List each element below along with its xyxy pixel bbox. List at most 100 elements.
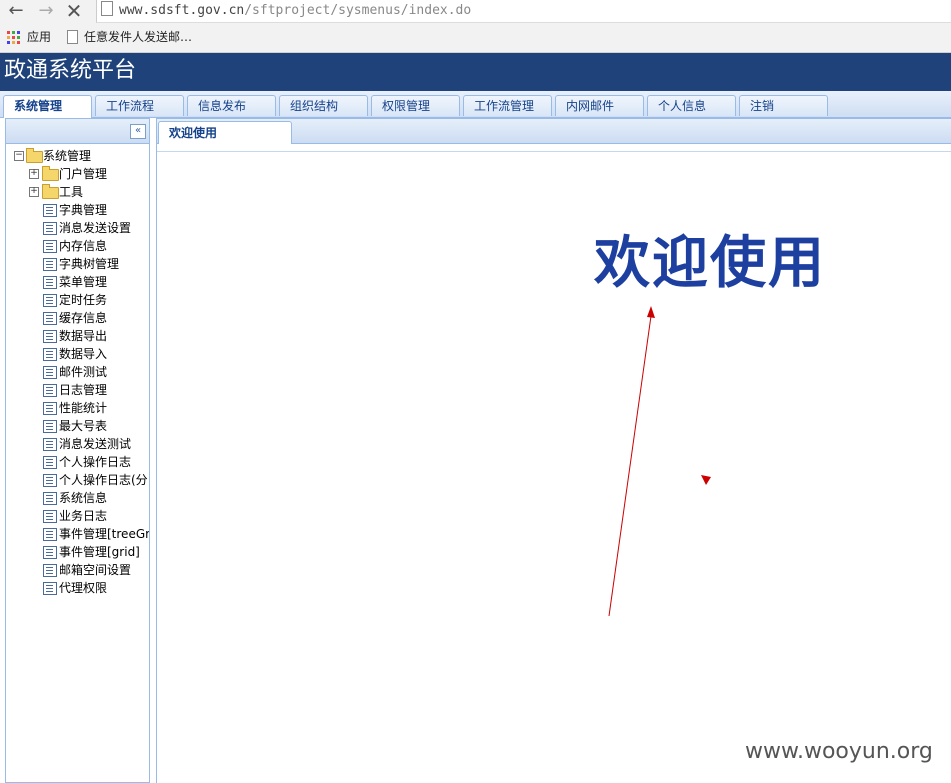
apps-grid-icon[interactable] xyxy=(7,31,20,44)
tree-item[interactable]: 性能统计 xyxy=(6,399,149,417)
list-leaf-icon xyxy=(43,474,57,487)
list-leaf-icon xyxy=(43,312,57,325)
forward-arrow-icon[interactable]: → xyxy=(34,0,58,22)
double-chevron-left-icon[interactable]: « xyxy=(130,124,146,139)
main-content: 欢迎使用 xyxy=(156,144,951,783)
tree-item[interactable]: 最大号表 xyxy=(6,417,149,435)
tree-root[interactable]: − 系统管理 xyxy=(6,147,149,165)
tree-item-label: 系统信息 xyxy=(59,491,108,505)
tree-item-label: 事件管理[grid] xyxy=(59,545,140,559)
tree-folder-tools[interactable]: + 工具 xyxy=(6,183,149,201)
tree-item[interactable]: 个人操作日志(分 xyxy=(6,471,149,489)
tree-folder-portal[interactable]: + 门户管理 xyxy=(6,165,149,183)
tree-item[interactable]: 代理权限 xyxy=(6,579,149,597)
tree-item-label: 内存信息 xyxy=(59,239,108,253)
red-arrow-tip-icon xyxy=(701,475,711,485)
tree-item[interactable]: 内存信息 xyxy=(6,237,149,255)
page-icon xyxy=(101,1,113,16)
tree-item[interactable]: 系统信息 xyxy=(6,489,149,507)
tree-item-label: 最大号表 xyxy=(59,419,108,433)
tree-item-label: 数据导出 xyxy=(59,329,108,343)
tree-item[interactable]: 消息发送设置 xyxy=(6,219,149,237)
list-leaf-icon xyxy=(43,492,57,505)
tree-item-label: 消息发送设置 xyxy=(59,221,132,235)
tree-item-label: 菜单管理 xyxy=(59,275,108,289)
url-path: /sftproject/sysmenus/index.do xyxy=(244,3,472,18)
tree-item-label: 邮箱空间设置 xyxy=(59,563,132,577)
list-leaf-icon xyxy=(43,456,57,469)
tree-item-label: 日志管理 xyxy=(59,383,108,397)
list-leaf-icon xyxy=(43,240,57,253)
page-icon xyxy=(67,30,78,44)
tab-intranet-mail[interactable]: 内网邮件 xyxy=(555,95,644,116)
tab-info-publish[interactable]: 信息发布 xyxy=(187,95,276,116)
tree-item-label: 个人操作日志(分 xyxy=(59,473,148,487)
tab-welcome[interactable]: 欢迎使用 xyxy=(158,121,292,145)
list-leaf-icon xyxy=(43,294,57,307)
tree-item[interactable]: 字典管理 xyxy=(6,201,149,219)
tab-logout[interactable]: 注销 xyxy=(739,95,828,116)
tab-org-structure[interactable]: 组织结构 xyxy=(279,95,368,116)
list-leaf-icon xyxy=(43,384,57,397)
content-tabbar: 欢迎使用 xyxy=(156,118,951,145)
tab-permission[interactable]: 权限管理 xyxy=(371,95,460,116)
tree-item-label: 定时任务 xyxy=(59,293,108,307)
tree-item[interactable]: 消息发送测试 xyxy=(6,435,149,453)
tree-item[interactable]: 业务日志 xyxy=(6,507,149,525)
list-leaf-icon xyxy=(43,582,57,595)
collapse-node-icon[interactable]: − xyxy=(14,151,24,161)
tree-item[interactable]: 日志管理 xyxy=(6,381,149,399)
tree-folder-label: 工具 xyxy=(59,185,84,199)
stop-icon[interactable]: ✕ xyxy=(62,0,86,22)
tree-item[interactable]: 定时任务 xyxy=(6,291,149,309)
folder-icon xyxy=(42,184,59,199)
list-leaf-icon xyxy=(43,564,57,577)
expand-node-icon[interactable]: + xyxy=(29,169,39,179)
list-leaf-icon xyxy=(43,366,57,379)
back-arrow-icon[interactable]: ← xyxy=(4,0,28,22)
tab-system-management[interactable]: 系统管理 xyxy=(3,95,92,118)
bookmark-item[interactable]: 任意发件人发送邮… xyxy=(84,26,192,48)
url-host: www.sdsft.gov.cn xyxy=(119,3,245,18)
tree-item-label: 个人操作日志 xyxy=(59,455,132,469)
tree-item[interactable]: 邮箱空间设置 xyxy=(6,561,149,579)
tree-item[interactable]: 字典树管理 xyxy=(6,255,149,273)
expand-node-icon[interactable]: + xyxy=(29,187,39,197)
tree-item-label: 邮件测试 xyxy=(59,365,108,379)
red-arrow-line xyxy=(608,315,652,617)
tree-item-label: 缓存信息 xyxy=(59,311,108,325)
list-leaf-icon xyxy=(43,510,57,523)
list-leaf-icon xyxy=(43,258,57,271)
sidebar: « − 系统管理 + 门户管理 + 工具 字典管理消息发送设置 内存信息字典树管理… xyxy=(5,118,150,783)
tree-item[interactable]: 事件管理[treeGr xyxy=(6,525,150,543)
bookmark-apps[interactable]: 应用 xyxy=(27,26,51,48)
tree-item-label: 事件管理[treeGr xyxy=(59,527,150,541)
tree-item[interactable]: 数据导出 xyxy=(6,327,149,345)
tree-item[interactable]: 数据导入 xyxy=(6,345,149,363)
tree-item-label: 性能统计 xyxy=(59,401,108,415)
top-nav: 系统管理 工作流程 信息发布 组织结构 权限管理 工作流管理 内网邮件 个人信息… xyxy=(0,91,951,118)
tree-item[interactable]: 事件管理[grid] xyxy=(6,543,149,561)
address-bar[interactable]: www.sdsft.gov.cn/sftproject/sysmenus/ind… xyxy=(96,0,951,23)
browser-chrome: ← → ✕ www.sdsft.gov.cn/sftproject/sysmen… xyxy=(0,0,951,53)
list-leaf-icon xyxy=(43,420,57,433)
red-arrow-head-icon xyxy=(647,306,655,318)
folder-icon xyxy=(42,166,59,181)
tree-item-label: 字典树管理 xyxy=(59,257,120,271)
list-leaf-icon xyxy=(43,330,57,343)
bookmarks-bar: 应用 任意发件人发送邮… xyxy=(0,26,951,48)
tree-item[interactable]: 邮件测试 xyxy=(6,363,149,381)
tree-item[interactable]: 个人操作日志 xyxy=(6,453,149,471)
tab-personal-info[interactable]: 个人信息 xyxy=(647,95,736,116)
tree-item-label: 代理权限 xyxy=(59,581,108,595)
tree-item-label: 业务日志 xyxy=(59,509,108,523)
tab-workflow[interactable]: 工作流程 xyxy=(95,95,184,116)
app-header: 政通系统平台 xyxy=(0,53,951,91)
tree-item-label: 数据导入 xyxy=(59,347,108,361)
tree-folder-label: 门户管理 xyxy=(59,167,108,181)
tab-workflow-management[interactable]: 工作流管理 xyxy=(463,95,552,116)
tree-item[interactable]: 菜单管理 xyxy=(6,273,149,291)
list-leaf-icon xyxy=(43,528,57,541)
list-leaf-icon xyxy=(43,546,57,559)
tree-item[interactable]: 缓存信息 xyxy=(6,309,149,327)
